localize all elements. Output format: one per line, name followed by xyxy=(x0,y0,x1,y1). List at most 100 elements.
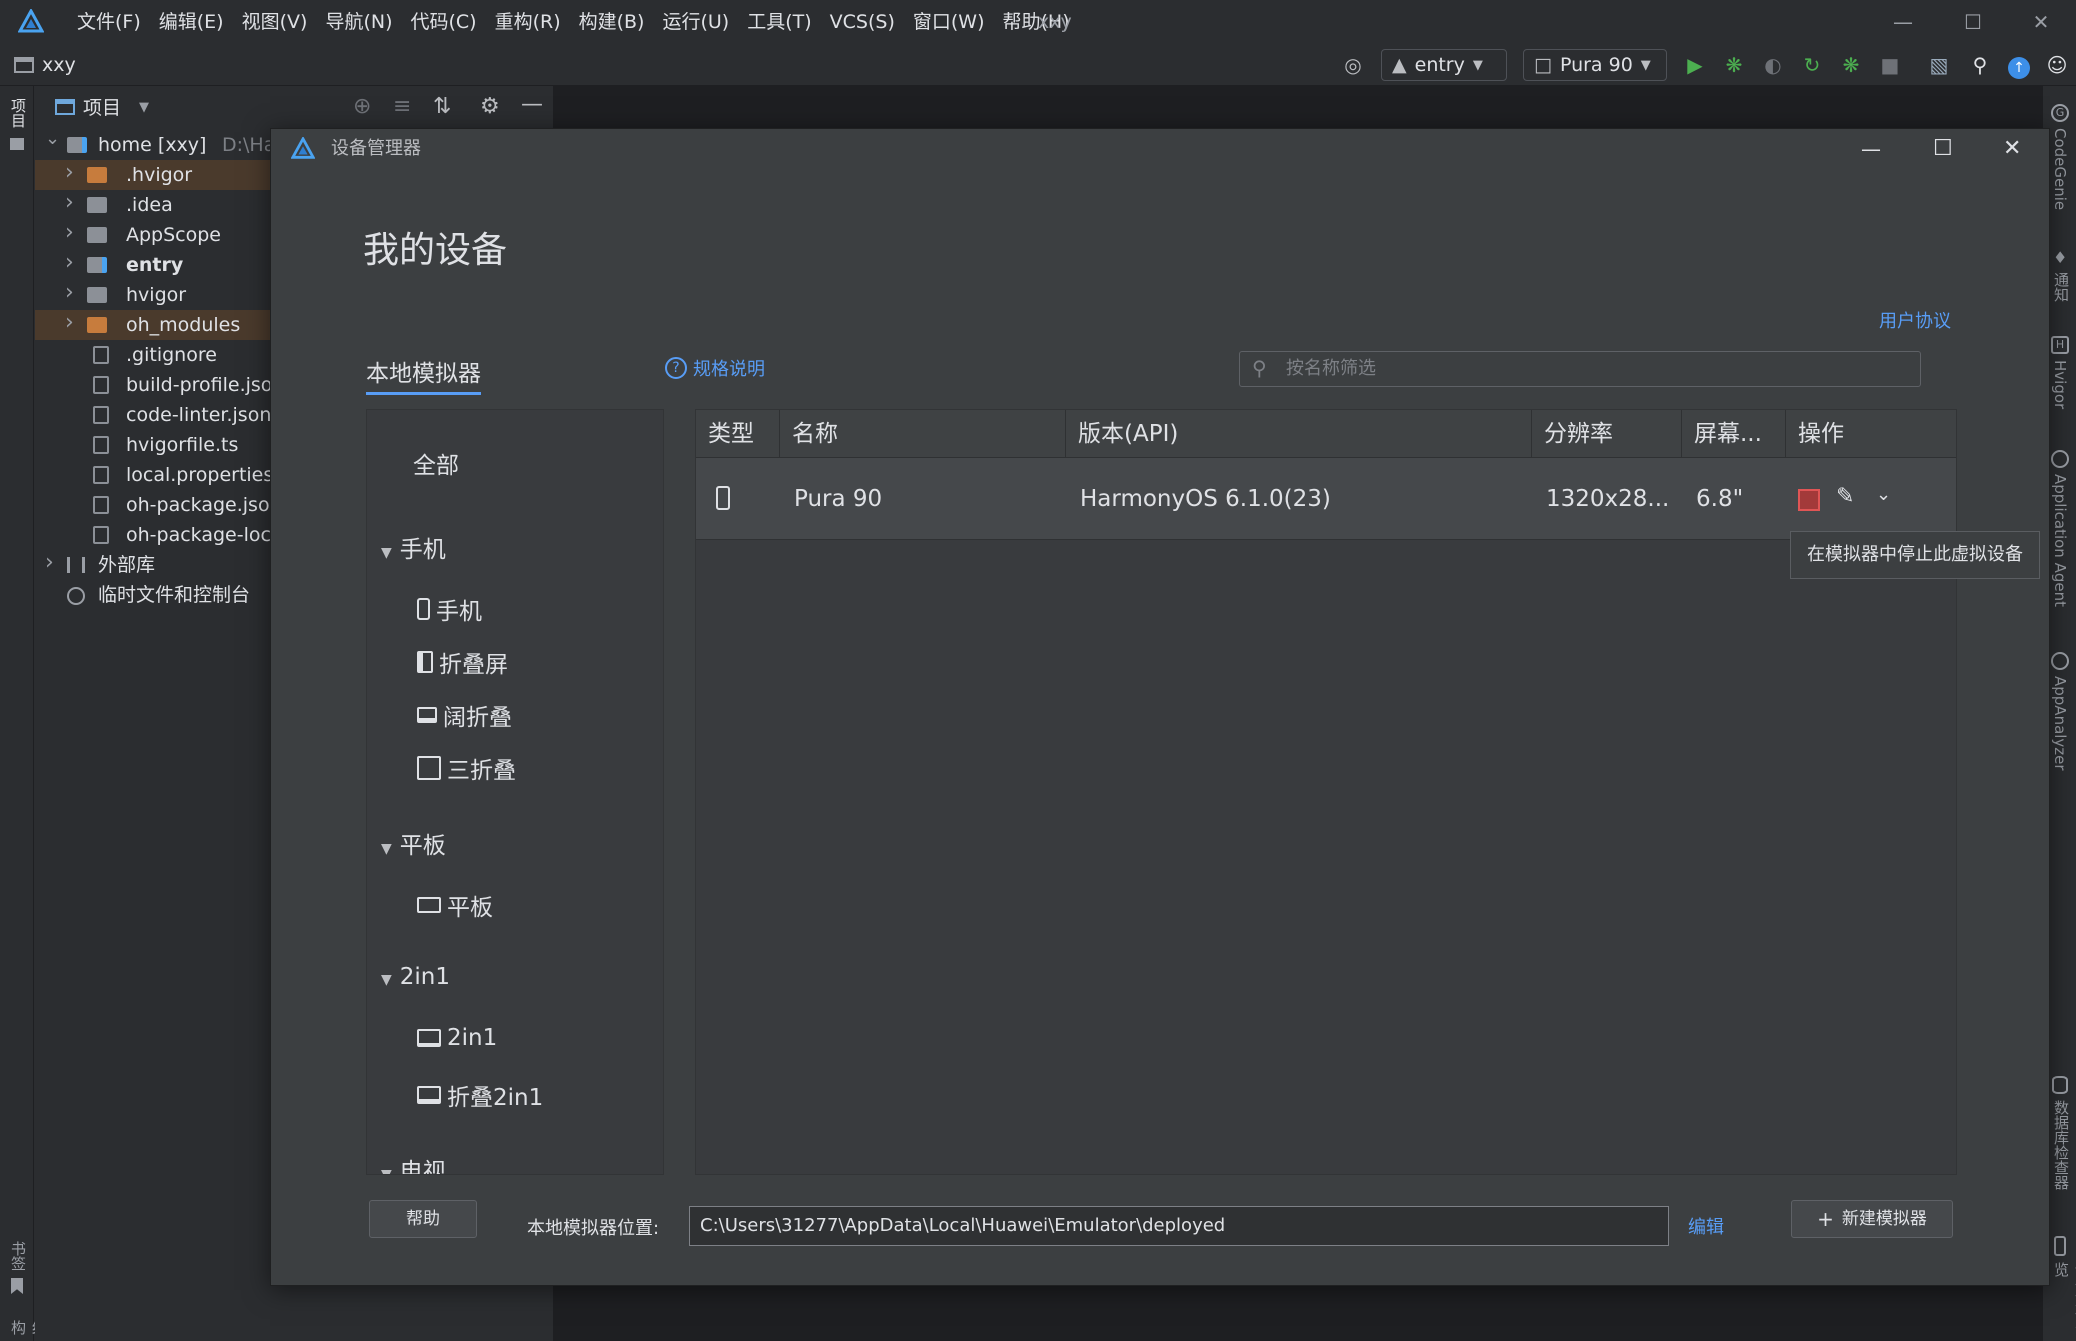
device-manager-icon[interactable]: ▧ xyxy=(1926,52,1952,78)
category-tablet[interactable]: 平板 xyxy=(417,888,493,922)
edit-location-link[interactable]: 编辑 xyxy=(1688,1213,1724,1239)
chevron-right-icon[interactable]: › xyxy=(65,308,74,338)
run-icon[interactable]: ▶ xyxy=(1682,52,1708,78)
search-input[interactable]: ⚲ 按名称筛选 xyxy=(1239,351,1921,387)
category-group-2in1[interactable]: ▼ 2in1 xyxy=(381,964,450,990)
device-name-link[interactable]: Pura 90 xyxy=(794,458,882,540)
database-icon xyxy=(2052,1076,2068,1094)
category-group-phone[interactable]: ▼ 手机 xyxy=(381,530,446,564)
column-header-name[interactable]: 名称 xyxy=(780,410,1066,458)
menu-file[interactable]: 文件(F) xyxy=(68,0,150,44)
collapse-all-icon[interactable]: ⇅ xyxy=(433,94,451,119)
help-button[interactable]: 帮助 xyxy=(369,1200,477,1238)
module-combo-label: entry xyxy=(1414,54,1465,76)
chevron-right-icon[interactable]: › xyxy=(45,548,54,578)
spec-link[interactable]: ? 规格说明 xyxy=(665,355,765,381)
chevron-right-icon[interactable]: › xyxy=(65,188,74,218)
category-fold-2in1[interactable]: 折叠2in1 xyxy=(417,1078,543,1112)
chevron-down-icon[interactable]: ⌄ xyxy=(1876,484,1891,505)
tree-item-label: 外部库 xyxy=(98,554,156,576)
tree-item-label: hvigorfile.ts xyxy=(126,434,239,456)
chevron-down-icon: ▼ xyxy=(1640,57,1651,73)
category-foldable[interactable]: 折叠屏 xyxy=(417,645,508,679)
menu-run[interactable]: 运行(U) xyxy=(653,0,738,44)
tree-item-label: 临时文件和控制台 xyxy=(98,584,251,606)
debug-icon[interactable]: ❋ xyxy=(1721,52,1747,78)
project-switcher[interactable]: xxy xyxy=(14,44,76,86)
bookmarks-tool-tab[interactable]: 书签 xyxy=(8,1241,29,1271)
column-header-resolution[interactable]: 分辨率 xyxy=(1532,410,1682,458)
analyzer-icon xyxy=(2051,652,2069,670)
main-toolbar: xxy ◎ ▲ entry ▼ □ Pura 90 ▼ ▶ ❋ ◐ ↻ ❋ ■ … xyxy=(0,44,2076,86)
target-icon[interactable]: ◎ xyxy=(1340,52,1366,78)
chevron-right-icon[interactable]: › xyxy=(65,158,74,188)
menu-edit[interactable]: 编辑(E) xyxy=(150,0,233,44)
notifications-tab[interactable]: 通知 xyxy=(2051,272,2072,302)
stop-icon[interactable]: ■ xyxy=(1877,52,1903,78)
close-icon[interactable]: ✕ xyxy=(2006,0,2076,44)
dialog-title-bar: 设备管理器 — ☐ ✕ xyxy=(271,129,2051,169)
menu-navigate[interactable]: 导航(N) xyxy=(316,0,401,44)
apply-changes-icon[interactable]: ↻ xyxy=(1799,52,1825,78)
attach-debugger-icon[interactable]: ❋ xyxy=(1838,52,1864,78)
chevron-right-icon[interactable]: › xyxy=(65,218,74,248)
column-header-screen[interactable]: 屏幕... xyxy=(1682,410,1786,458)
menu-window[interactable]: 窗口(W) xyxy=(904,0,994,44)
edit-pencil-icon[interactable]: ✎ xyxy=(1836,484,1854,509)
maximize-icon[interactable]: ☐ xyxy=(1938,0,2008,44)
chevron-down-icon[interactable]: ▼ xyxy=(139,86,149,130)
tree-item-label: code-linter.json5 xyxy=(126,404,284,426)
appanalyzer-tab[interactable]: AppAnalyzer xyxy=(2051,676,2069,771)
minimize-icon[interactable]: — xyxy=(1868,0,1938,44)
menu-build[interactable]: 构建(B) xyxy=(570,0,654,44)
device-file-browser-tab[interactable]: 设备文件浏览 xyxy=(2051,1262,2076,1341)
minimize-icon[interactable]: — xyxy=(1861,129,1881,169)
codegenie-tab[interactable]: CodeGenie xyxy=(2051,128,2069,210)
account-icon[interactable]: ☺ xyxy=(2044,52,2070,78)
user-agreement-link[interactable]: 用户协议 xyxy=(1879,307,1951,333)
update-icon[interactable]: ↑ xyxy=(2006,52,2032,79)
file-icon xyxy=(93,346,109,364)
category-2in1[interactable]: 2in1 xyxy=(417,1025,497,1051)
menu-view[interactable]: 视图(V) xyxy=(233,0,317,44)
file-icon xyxy=(93,406,109,424)
expand-all-icon[interactable]: ≡ xyxy=(393,94,411,119)
device-combo[interactable]: □ Pura 90 ▼ xyxy=(1523,49,1667,81)
tab-local-emulator[interactable]: 本地模拟器 xyxy=(366,354,481,395)
column-header-type[interactable]: 类型 xyxy=(696,410,780,458)
chevron-down-icon[interactable]: ⌄ xyxy=(45,124,60,154)
category-group-tv[interactable]: ▼ 电视 xyxy=(381,1152,446,1174)
hide-panel-icon[interactable]: — xyxy=(521,92,543,117)
emulator-location-field[interactable]: C:\Users\31277\AppData\Local\Huawei\Emul… xyxy=(689,1206,1669,1246)
project-tool-tab[interactable]: 项目 xyxy=(8,98,29,128)
category-tri-fold[interactable]: 三折叠 xyxy=(417,751,516,785)
category-phone[interactable]: 手机 xyxy=(417,592,482,626)
category-all[interactable]: 全部 xyxy=(413,446,459,480)
menu-vcs[interactable]: VCS(S) xyxy=(821,0,904,44)
table-row[interactable]: Pura 90 HarmonyOS 6.1.0(23) 1320x28... 6… xyxy=(696,458,1956,540)
maximize-icon[interactable]: ☐ xyxy=(1933,129,1953,169)
category-group-tablet[interactable]: ▼ 平板 xyxy=(381,826,446,860)
chevron-right-icon[interactable]: › xyxy=(65,278,74,308)
stop-emulator-tooltip: 在模拟器中停止此虚拟设备 xyxy=(1790,531,2040,579)
close-icon[interactable]: ✕ xyxy=(2003,129,2021,169)
module-combo[interactable]: ▲ entry ▼ xyxy=(1381,49,1507,81)
hvigor-tab[interactable]: Hvigor xyxy=(2051,360,2069,409)
project-panel-title[interactable]: 项目 xyxy=(83,86,121,130)
gear-icon[interactable]: ⚙ xyxy=(480,94,500,119)
category-wide-fold[interactable]: 阔折叠 xyxy=(417,698,512,732)
menu-tools[interactable]: 工具(T) xyxy=(738,0,820,44)
locate-icon[interactable]: ⊕ xyxy=(353,94,371,119)
new-emulator-label: 新建模拟器 xyxy=(1841,1209,1927,1229)
stop-emulator-button[interactable] xyxy=(1798,489,1820,511)
menu-code[interactable]: 代码(C) xyxy=(401,0,485,44)
profile-icon[interactable]: ◐ xyxy=(1760,52,1786,78)
application-agent-tab[interactable]: Application Agent xyxy=(2051,474,2069,607)
new-emulator-button[interactable]: + 新建模拟器 xyxy=(1791,1200,1953,1238)
column-header-version[interactable]: 版本(API) xyxy=(1066,410,1532,458)
device-table: 类型 名称 版本(API) 分辨率 屏幕... 操作 Pura 90 Harmo… xyxy=(695,409,1957,1175)
database-inspector-tab[interactable]: 数据库检查器 xyxy=(2051,1100,2072,1190)
menu-refactor[interactable]: 重构(R) xyxy=(486,0,570,44)
chevron-right-icon[interactable]: › xyxy=(65,248,74,278)
search-icon[interactable]: ⚲ xyxy=(1967,52,1993,78)
